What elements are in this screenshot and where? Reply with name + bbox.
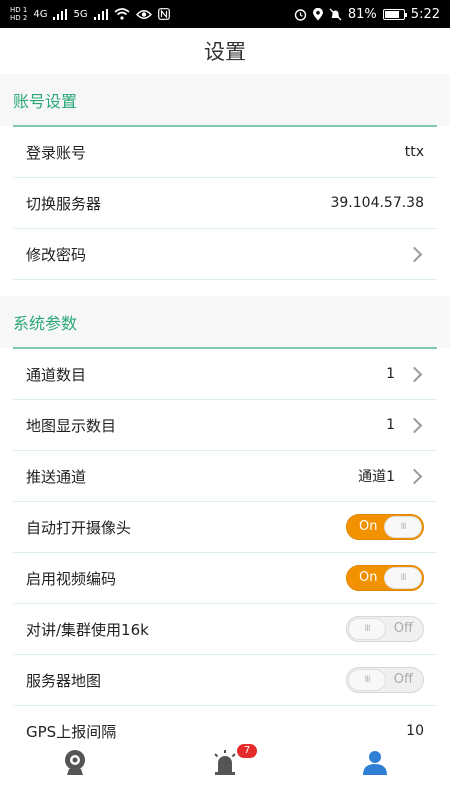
row-value: 1 bbox=[386, 366, 395, 382]
server-map-toggle[interactable]: III Off bbox=[346, 667, 424, 693]
eye-icon bbox=[135, 9, 152, 19]
location-icon bbox=[312, 7, 323, 20]
row-label: 登录账号 bbox=[26, 143, 87, 162]
section-title-account: 账号设置 bbox=[13, 92, 78, 111]
row-label: 通道数目 bbox=[26, 365, 87, 384]
status-left: HD 1 HD 2 4G 5G bbox=[10, 6, 170, 22]
hd1-label: HD 1 bbox=[10, 6, 28, 14]
camera-icon bbox=[65, 750, 85, 775]
section-header-system: 系统参数 bbox=[0, 296, 450, 348]
toggle-state-text: Off bbox=[393, 621, 413, 636]
battery-fill bbox=[384, 10, 400, 18]
row-value: 10 bbox=[406, 723, 424, 739]
alarm-siren-icon bbox=[214, 750, 236, 775]
alarm-clock-icon bbox=[294, 8, 307, 21]
battery-icon bbox=[382, 8, 407, 20]
row-change-password[interactable]: 修改密码 bbox=[13, 229, 437, 280]
battery-percent: 81% bbox=[347, 6, 377, 22]
row-video-encoding: 启用视频编码 On III bbox=[13, 553, 437, 604]
auto-camera-toggle[interactable]: On III bbox=[346, 514, 424, 540]
signal2-label: 5G bbox=[73, 8, 88, 20]
cellular-signal-icon bbox=[53, 8, 68, 20]
nav-video[interactable] bbox=[60, 748, 90, 778]
chevron-right-icon bbox=[406, 246, 423, 262]
toggle-state-text: On bbox=[359, 570, 378, 585]
row-switch-server[interactable]: 切换服务器 39.104.57.38 bbox=[13, 178, 437, 229]
section-header-account: 账号设置 bbox=[0, 74, 450, 126]
row-value: 1 bbox=[386, 417, 395, 433]
row-label: 修改密码 bbox=[26, 245, 87, 264]
row-label: 推送通道 bbox=[26, 467, 87, 486]
nav-profile[interactable] bbox=[360, 748, 390, 778]
toggle-knob: III bbox=[348, 618, 386, 640]
signal1-label: 4G bbox=[33, 8, 48, 20]
chevron-right-icon bbox=[406, 366, 423, 382]
toggle-state-text: Off bbox=[393, 672, 413, 687]
row-auto-open-camera: 自动打开摄像头 On III bbox=[13, 502, 437, 553]
row-label: 自动打开摄像头 bbox=[26, 518, 132, 537]
hd2-label: HD 2 bbox=[10, 14, 28, 22]
toggle-knob: III bbox=[384, 567, 422, 589]
status-time: 5:22 bbox=[410, 6, 440, 22]
bottom-nav: 7 bbox=[0, 740, 450, 800]
section-title-system: 系统参数 bbox=[13, 314, 78, 333]
nfc-icon bbox=[157, 8, 170, 20]
video-encoding-toggle[interactable]: On III bbox=[346, 565, 424, 591]
row-label: 对讲/集群使用16k bbox=[26, 620, 149, 639]
row-value: 39.104.57.38 bbox=[330, 195, 424, 211]
row-map-display-count[interactable]: 地图显示数目 1 bbox=[13, 400, 437, 451]
toggle-knob: III bbox=[348, 669, 386, 691]
toggle-knob: III bbox=[384, 516, 422, 538]
wifi-icon bbox=[114, 8, 130, 20]
mute-bell-icon bbox=[329, 8, 342, 20]
row-label: 切换服务器 bbox=[26, 194, 102, 213]
row-label: 启用视频编码 bbox=[26, 569, 117, 588]
alarm-count-badge: 7 bbox=[237, 744, 257, 758]
row-label: 服务器地图 bbox=[26, 671, 102, 690]
row-login-account[interactable]: 登录账号 ttx bbox=[13, 127, 437, 178]
nav-alarm[interactable]: 7 bbox=[210, 744, 257, 778]
row-push-channel[interactable]: 推送通道 通道1 bbox=[13, 451, 437, 502]
row-channel-count[interactable]: 通道数目 1 bbox=[13, 349, 437, 400]
title-bar: 设置 bbox=[0, 28, 450, 75]
cellular-signal-icon-2 bbox=[93, 8, 108, 20]
row-intercom-16k: 对讲/集群使用16k III Off bbox=[13, 604, 437, 655]
intercom-16k-toggle[interactable]: III Off bbox=[346, 616, 424, 642]
status-bar: HD 1 HD 2 4G 5G 81% 5:22 bbox=[0, 0, 450, 28]
row-label: 地图显示数目 bbox=[26, 416, 117, 435]
user-icon bbox=[363, 751, 387, 775]
row-value: ttx bbox=[404, 144, 424, 160]
toggle-state-text: On bbox=[359, 519, 378, 534]
row-server-map: 服务器地图 III Off bbox=[13, 655, 437, 706]
chevron-right-icon bbox=[406, 468, 423, 484]
hd-indicator: HD 1 HD 2 bbox=[10, 6, 27, 22]
row-label: GPS上报间隔 bbox=[26, 722, 117, 741]
page-title: 设置 bbox=[204, 40, 246, 64]
status-right: 81% 5:22 bbox=[294, 7, 440, 22]
row-value: 通道1 bbox=[358, 469, 395, 485]
chevron-right-icon bbox=[406, 417, 423, 433]
